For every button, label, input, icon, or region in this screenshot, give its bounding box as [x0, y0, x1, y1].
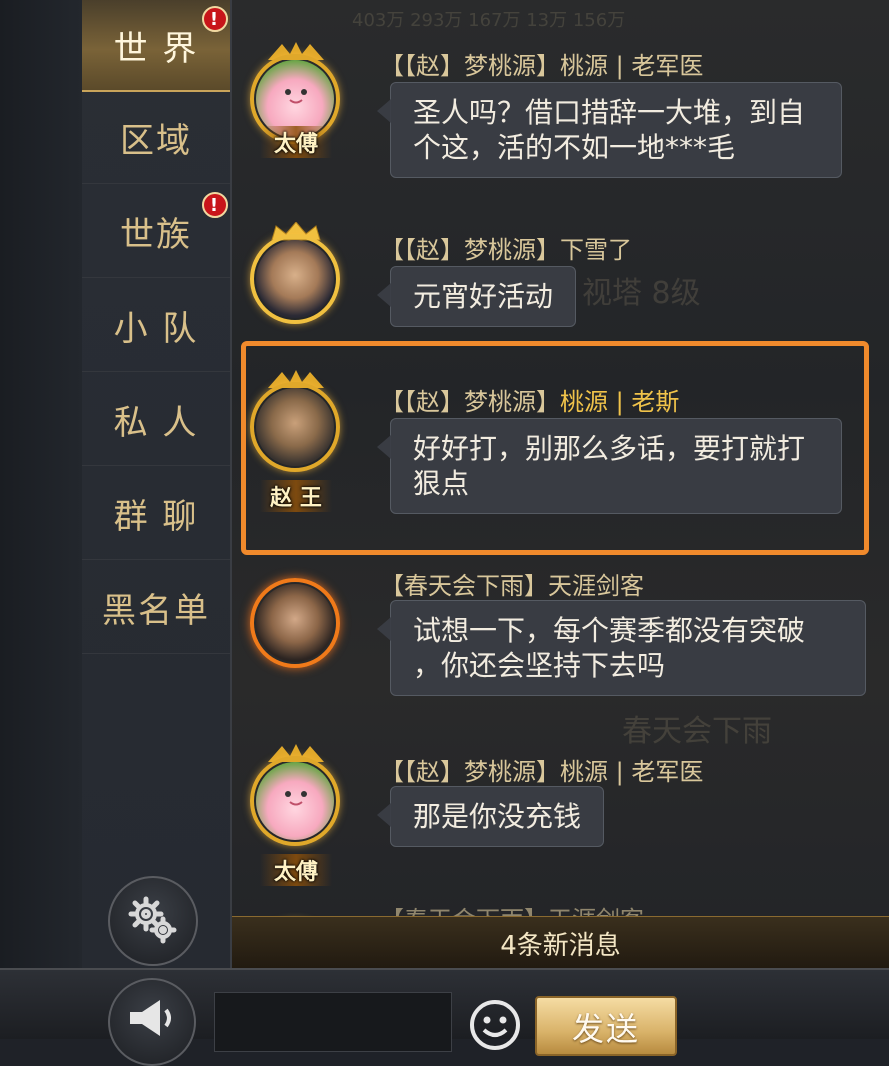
tab-label: 世 界 — [113, 28, 199, 69]
sender-name-prefix: 【【赵】梦桃源】 — [380, 388, 560, 416]
tab-label: 小 队 — [113, 309, 199, 349]
alert-badge-icon: ! — [202, 192, 228, 218]
message-line: 好好打，别那么多话，要打就打 — [413, 432, 806, 465]
peach-face-icon — [285, 89, 307, 104]
smiley-icon[interactable] — [468, 998, 522, 1052]
sender-name[interactable]: 【【赵】梦桃源】桃源 | 老斯 — [380, 382, 679, 417]
message-line: 试想一下，每个赛季都没有突破 — [413, 614, 806, 647]
sender-name-highlight: 桃源 | 老斯 — [560, 388, 680, 416]
chat-message-list[interactable]: 403万 293万 167万 13万 156万 视塔 8级 春天会下雨 太傅 【… — [232, 0, 889, 968]
message-line: 那是你没充钱 — [413, 800, 582, 833]
rank-title: 赵 王 — [260, 480, 332, 512]
tab-private[interactable]: 私 人 — [82, 374, 230, 466]
gear-icon — [128, 896, 177, 944]
tab-label: 私 人 — [113, 403, 199, 443]
peach-face-icon — [285, 791, 307, 806]
message-bubble: 好好打，别那么多话，要打就打 狠点 — [377, 418, 842, 514]
tab-squad[interactable]: 小 队 — [82, 280, 230, 372]
tab-blacklist[interactable]: 黑名单 — [82, 562, 230, 654]
message-line: 个这，活的不如一地***毛 — [413, 131, 736, 164]
sender-name[interactable]: 【【赵】梦桃源】下雪了 — [380, 230, 632, 265]
sender-name[interactable]: 【【赵】梦桃源】桃源 | 老军医 — [380, 46, 703, 81]
send-button[interactable]: 发送 — [535, 996, 677, 1056]
sender-name[interactable]: 【【赵】梦桃源】桃源 | 老军医 — [380, 752, 703, 787]
message-line: 元宵好活动 — [413, 280, 554, 313]
background-team-text: 春天会下雨 — [622, 714, 772, 749]
peach-avatar-icon[interactable]: 太傅 — [240, 744, 352, 886]
channel-sidebar: 世 界 ! 区域 世族 ! 小 队 私 人 群 聊 黑名单 — [82, 0, 232, 968]
speaker-icon — [130, 1000, 171, 1036]
message-bubble: 试想一下，每个赛季都没有突破 ，你还会坚持下去吗 — [377, 600, 866, 696]
swordsman-avatar-icon[interactable] — [240, 566, 352, 678]
peach-avatar-icon[interactable]: 太傅 — [240, 42, 352, 158]
tab-label: 群 聊 — [113, 497, 199, 537]
settings-button[interactable] — [108, 876, 198, 966]
input-bar: 发送 — [0, 968, 889, 1066]
tab-label: 世族 — [120, 215, 192, 255]
message-line: 圣人吗？借口措辞一大堆，到自 — [413, 96, 806, 129]
tab-clan[interactable]: 世族 ! — [82, 186, 230, 278]
message-line: ，你还会坚持下去吗 — [413, 649, 666, 682]
message-bubble: 元宵好活动 — [376, 266, 577, 327]
message-input[interactable] — [214, 992, 452, 1052]
sender-name[interactable]: 【春天会下雨】天涯剑客 — [380, 566, 644, 601]
tab-region[interactable]: 区域 — [82, 92, 230, 184]
rank-title: 太傅 — [260, 126, 332, 158]
voice-button[interactable] — [108, 978, 196, 1066]
new-messages-button[interactable]: 4条新消息 — [232, 916, 889, 969]
alert-badge-icon: ! — [202, 6, 228, 32]
background-tower-text: 视塔 8级 — [582, 276, 701, 311]
tab-world[interactable]: 世 界 ! — [82, 0, 230, 92]
tab-label: 黑名单 — [102, 591, 210, 631]
warrior-avatar-icon[interactable]: 赵 王 — [240, 370, 352, 512]
tab-group-chat[interactable]: 群 聊 — [82, 468, 230, 560]
emperor-avatar-icon[interactable] — [240, 222, 352, 334]
background-ranking-numbers: 403万 293万 167万 13万 156万 — [352, 10, 626, 31]
message-bubble: 圣人吗？借口措辞一大堆，到自 个这，活的不如一地***毛 — [377, 82, 842, 178]
left-edge-strip — [0, 0, 82, 968]
rank-title: 太傅 — [260, 854, 332, 886]
message-bubble: 那是你没充钱 — [376, 786, 605, 847]
message-line: 狠点 — [413, 467, 470, 500]
tab-label: 区域 — [120, 121, 192, 161]
